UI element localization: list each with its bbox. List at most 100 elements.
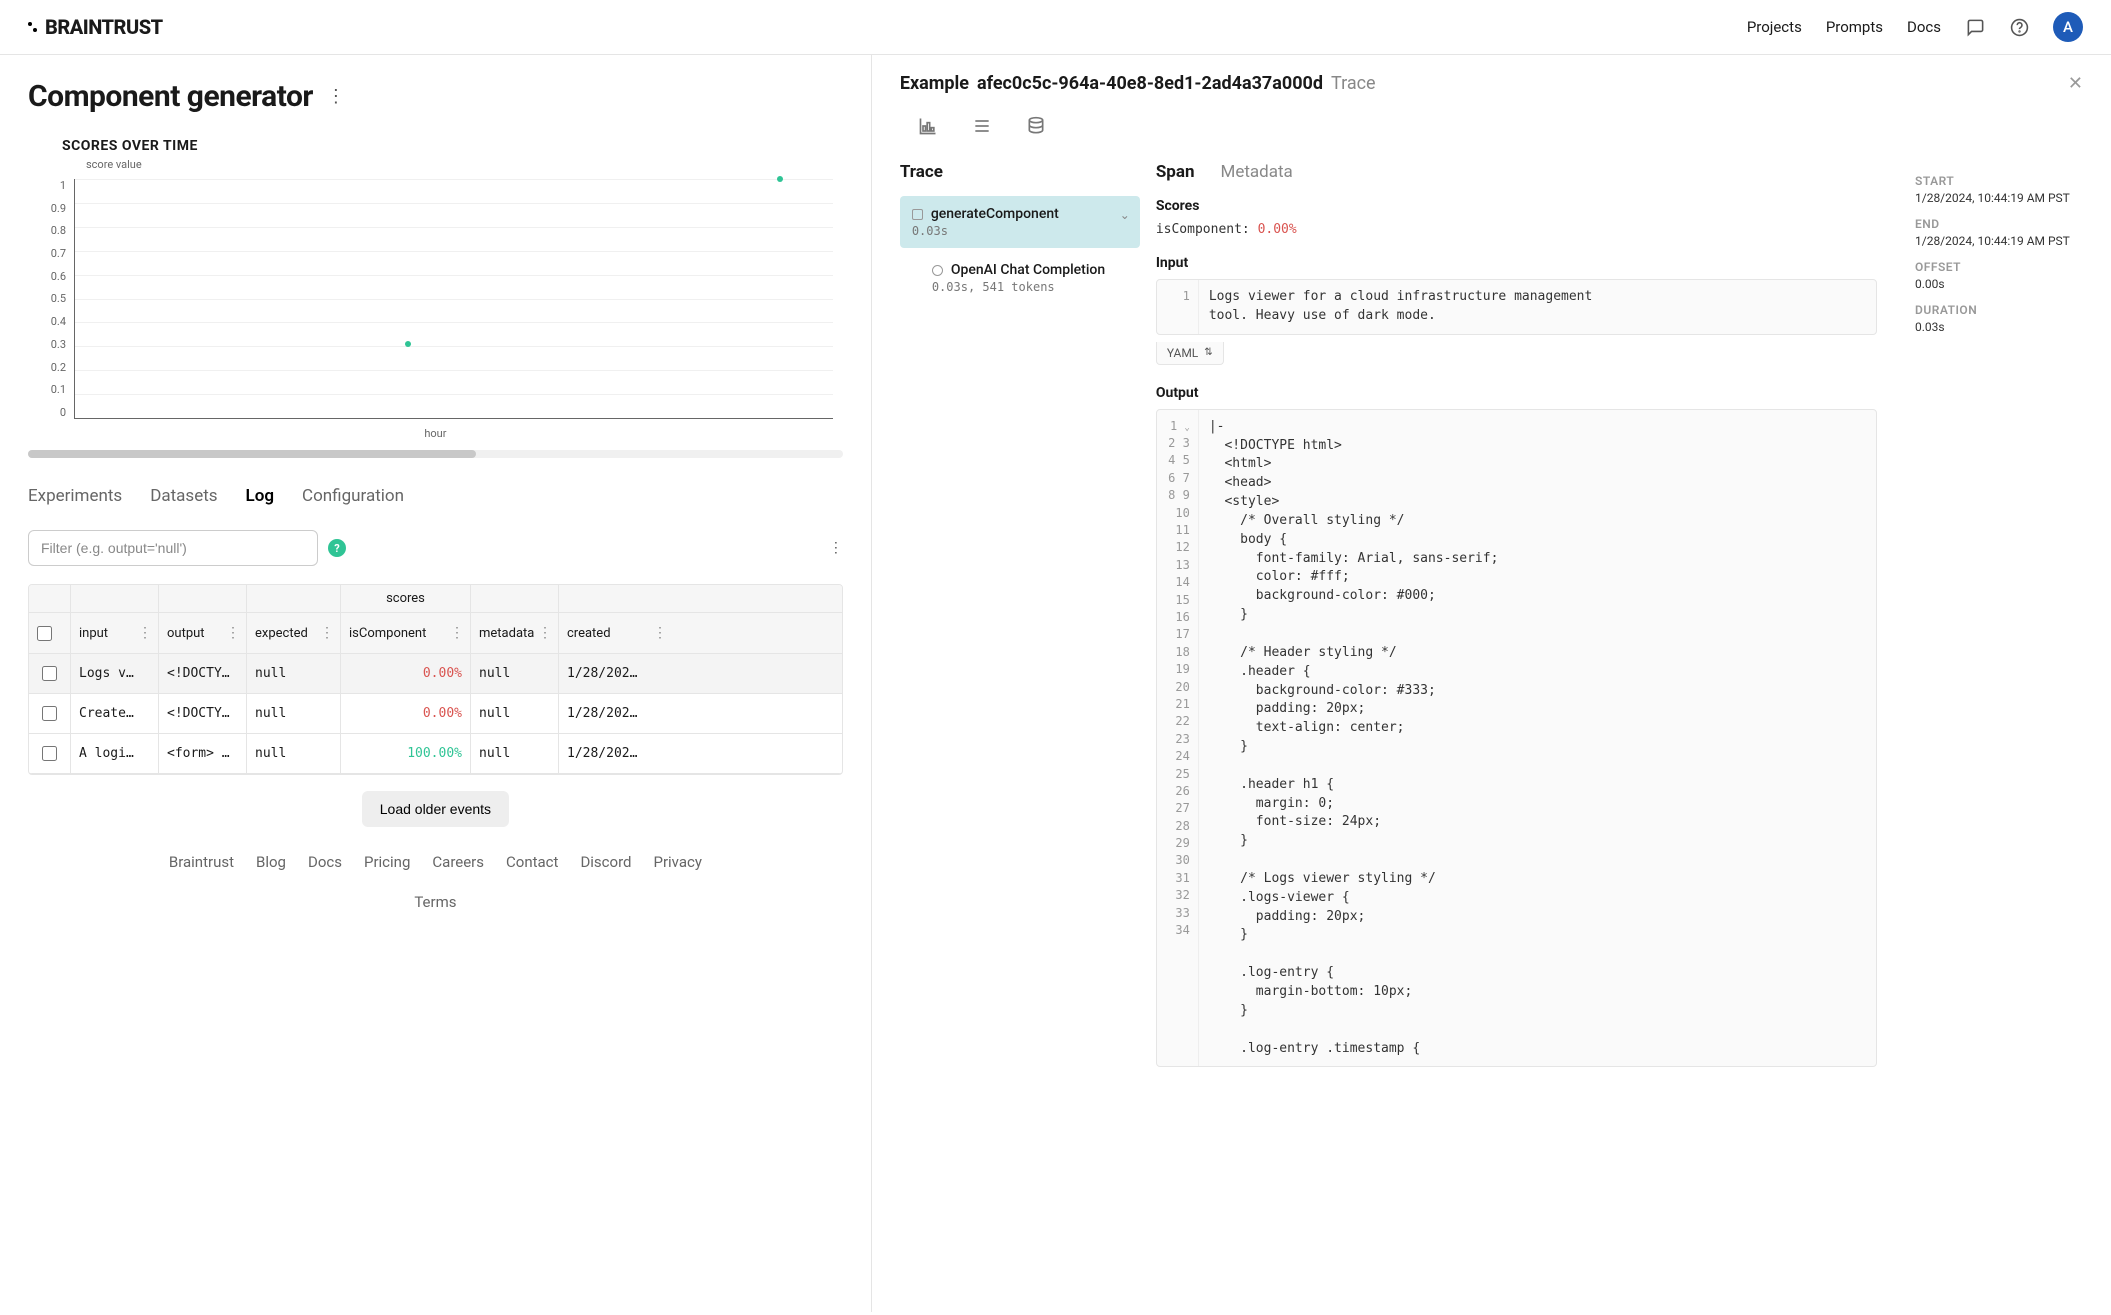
footer-careers[interactable]: Careers [432, 853, 484, 871]
footer-docs[interactable]: Docs [308, 853, 342, 871]
cell-metadata: null [471, 654, 559, 693]
chart-plot: 10.90.80.70.60.50.40.30.20.10 [28, 179, 843, 419]
select-all-checkbox[interactable] [37, 626, 52, 641]
view-database-icon[interactable] [1026, 116, 1046, 136]
tab-experiments[interactable]: Experiments [28, 486, 122, 510]
brand-logo[interactable]: BRAINTRUST [28, 15, 163, 39]
avatar[interactable]: A [2053, 12, 2083, 42]
view-list-icon[interactable] [972, 116, 992, 136]
input-label: Input [1156, 255, 1877, 271]
tab-configuration[interactable]: Configuration [302, 486, 404, 510]
chart-xlabel: hour [28, 427, 843, 440]
view-chart-icon[interactable] [918, 116, 938, 136]
row-checkbox[interactable] [42, 666, 57, 681]
load-more-button[interactable]: Load older events [362, 791, 509, 827]
cell-input: Logs v… [71, 654, 159, 693]
page-title: Component generator [28, 79, 313, 114]
table-row[interactable]: Create…<!DOCTY…null0.00%null1/28/202… [29, 694, 842, 734]
nav-docs[interactable]: Docs [1907, 18, 1941, 36]
cell-expected: null [247, 694, 341, 733]
meta-duration: 0.03s [1915, 320, 2083, 334]
output-code[interactable]: 1 ⌄ 2 3 4 5 6 7 8 9 10 11 12 13 14 15 16… [1156, 409, 1877, 1068]
nav-prompts[interactable]: Prompts [1826, 18, 1883, 36]
row-checkbox[interactable] [42, 706, 57, 721]
avatar-initial: A [2063, 18, 2073, 36]
close-icon[interactable]: ✕ [2068, 73, 2083, 94]
cell-output: <form> … [159, 734, 247, 773]
cell-created: 1/28/202… [559, 694, 673, 733]
meta-end-label: END [1915, 217, 2083, 231]
col-menu-icon[interactable]: ⋮ [538, 625, 552, 641]
row-checkbox[interactable] [42, 746, 57, 761]
tab-datasets[interactable]: Datasets [150, 486, 217, 510]
footer-contact[interactable]: Contact [506, 853, 558, 871]
span-meta: START 1/28/2024, 10:44:19 AM PST END 1/2… [1893, 162, 2083, 1077]
footer-pricing[interactable]: Pricing [364, 853, 410, 871]
meta-start-label: START [1915, 174, 2083, 188]
tab-log[interactable]: Log [246, 486, 274, 510]
table-row[interactable]: Logs v…<!DOCTY…null0.00%null1/28/202… [29, 654, 842, 694]
cell-output: <!DOCTY… [159, 654, 247, 693]
col-menu-icon[interactable]: ⋮ [450, 625, 464, 641]
scores-kv: isComponent: 0.00% [1156, 222, 1877, 237]
nav-projects[interactable]: Projects [1747, 18, 1802, 36]
format-chevron-icon: ⇅ [1204, 347, 1212, 358]
col-created[interactable]: created⋮ [559, 613, 673, 653]
filter-input[interactable] [28, 530, 318, 566]
log-table: scores input⋮ output⋮ expected⋮ isCompon… [28, 584, 843, 775]
input-code[interactable]: 1 Logs viewer for a cloud infrastructure… [1156, 279, 1877, 335]
chart-scrollbar[interactable] [28, 450, 843, 458]
footer-terms[interactable]: Terms [414, 893, 456, 911]
col-menu-icon[interactable]: ⋮ [138, 625, 152, 641]
detail-title-suffix: Trace [1331, 73, 1376, 94]
col-menu-icon[interactable]: ⋮ [226, 625, 240, 641]
help-icon[interactable] [2009, 17, 2029, 37]
trace-item-meta: 0.03s, 541 tokens [932, 280, 1128, 294]
cell-score: 0.00% [341, 694, 471, 733]
chat-icon[interactable] [1965, 17, 1985, 37]
footer-privacy[interactable]: Privacy [653, 853, 701, 871]
table-row[interactable]: A logi…<form> …null100.00%null1/28/202… [29, 734, 842, 774]
cell-expected: null [247, 734, 341, 773]
chart-title: SCORES OVER TIME [62, 138, 843, 154]
scores-label: Scores [1156, 198, 1877, 214]
detail-title-id: afec0c5c-964a-40e8-8ed1-2ad4a37a000d [977, 73, 1323, 94]
trace-item[interactable]: generateComponent ⌄ 0.03s [900, 196, 1140, 248]
meta-offset-label: OFFSET [1915, 260, 2083, 274]
col-isComponent[interactable]: isComponent⋮ [341, 613, 471, 653]
chevron-down-icon: ⌄ [1120, 208, 1130, 222]
col-input[interactable]: input⋮ [71, 613, 159, 653]
col-expected[interactable]: expected⋮ [247, 613, 341, 653]
chart-y-ticks: 10.90.80.70.60.50.40.30.20.10 [28, 179, 74, 419]
chart-ylabel: score value [86, 158, 843, 171]
top-nav: Projects Prompts Docs A [1747, 12, 2083, 42]
trace-item-meta: 0.03s [912, 224, 1128, 238]
logo-dots-icon [28, 20, 42, 34]
footer-discord[interactable]: Discord [580, 853, 631, 871]
span-tab-metadata[interactable]: Metadata [1221, 162, 1293, 182]
trace-item-name: generateComponent [931, 206, 1059, 222]
footer-braintrust[interactable]: Braintrust [169, 853, 234, 871]
footer-blog[interactable]: Blog [256, 853, 286, 871]
col-metadata[interactable]: metadata⋮ [471, 613, 559, 653]
meta-end: 1/28/2024, 10:44:19 AM PST [1915, 234, 2083, 248]
chart-scroll-thumb[interactable] [28, 450, 476, 458]
cell-score: 100.00% [341, 734, 471, 773]
trace-heading: Trace [900, 162, 1140, 182]
trace-tree: Trace generateComponent ⌄ 0.03s OpenAI Chat… [900, 162, 1140, 1077]
input-text: Logs viewer for a cloud infrastructure m… [1199, 280, 1876, 334]
cell-score: 0.00% [341, 654, 471, 693]
format-yaml-tag[interactable]: YAML⇅ [1156, 342, 1224, 365]
cell-created: 1/28/202… [559, 654, 673, 693]
filter-help-icon[interactable]: ? [328, 539, 346, 557]
filter-more-icon[interactable]: ⋮ [829, 540, 843, 556]
topbar: BRAINTRUST Projects Prompts Docs A [0, 0, 2111, 55]
page-menu-icon[interactable]: ⋮ [327, 86, 345, 107]
trace-item[interactable]: OpenAI Chat Completion0.03s, 541 tokens [920, 252, 1140, 304]
chart-canvas [74, 179, 833, 419]
col-output[interactable]: output⋮ [159, 613, 247, 653]
col-menu-icon[interactable]: ⋮ [320, 625, 334, 641]
cell-output: <!DOCTY… [159, 694, 247, 733]
col-menu-icon[interactable]: ⋮ [653, 625, 667, 641]
span-tab-span[interactable]: Span [1156, 162, 1195, 182]
